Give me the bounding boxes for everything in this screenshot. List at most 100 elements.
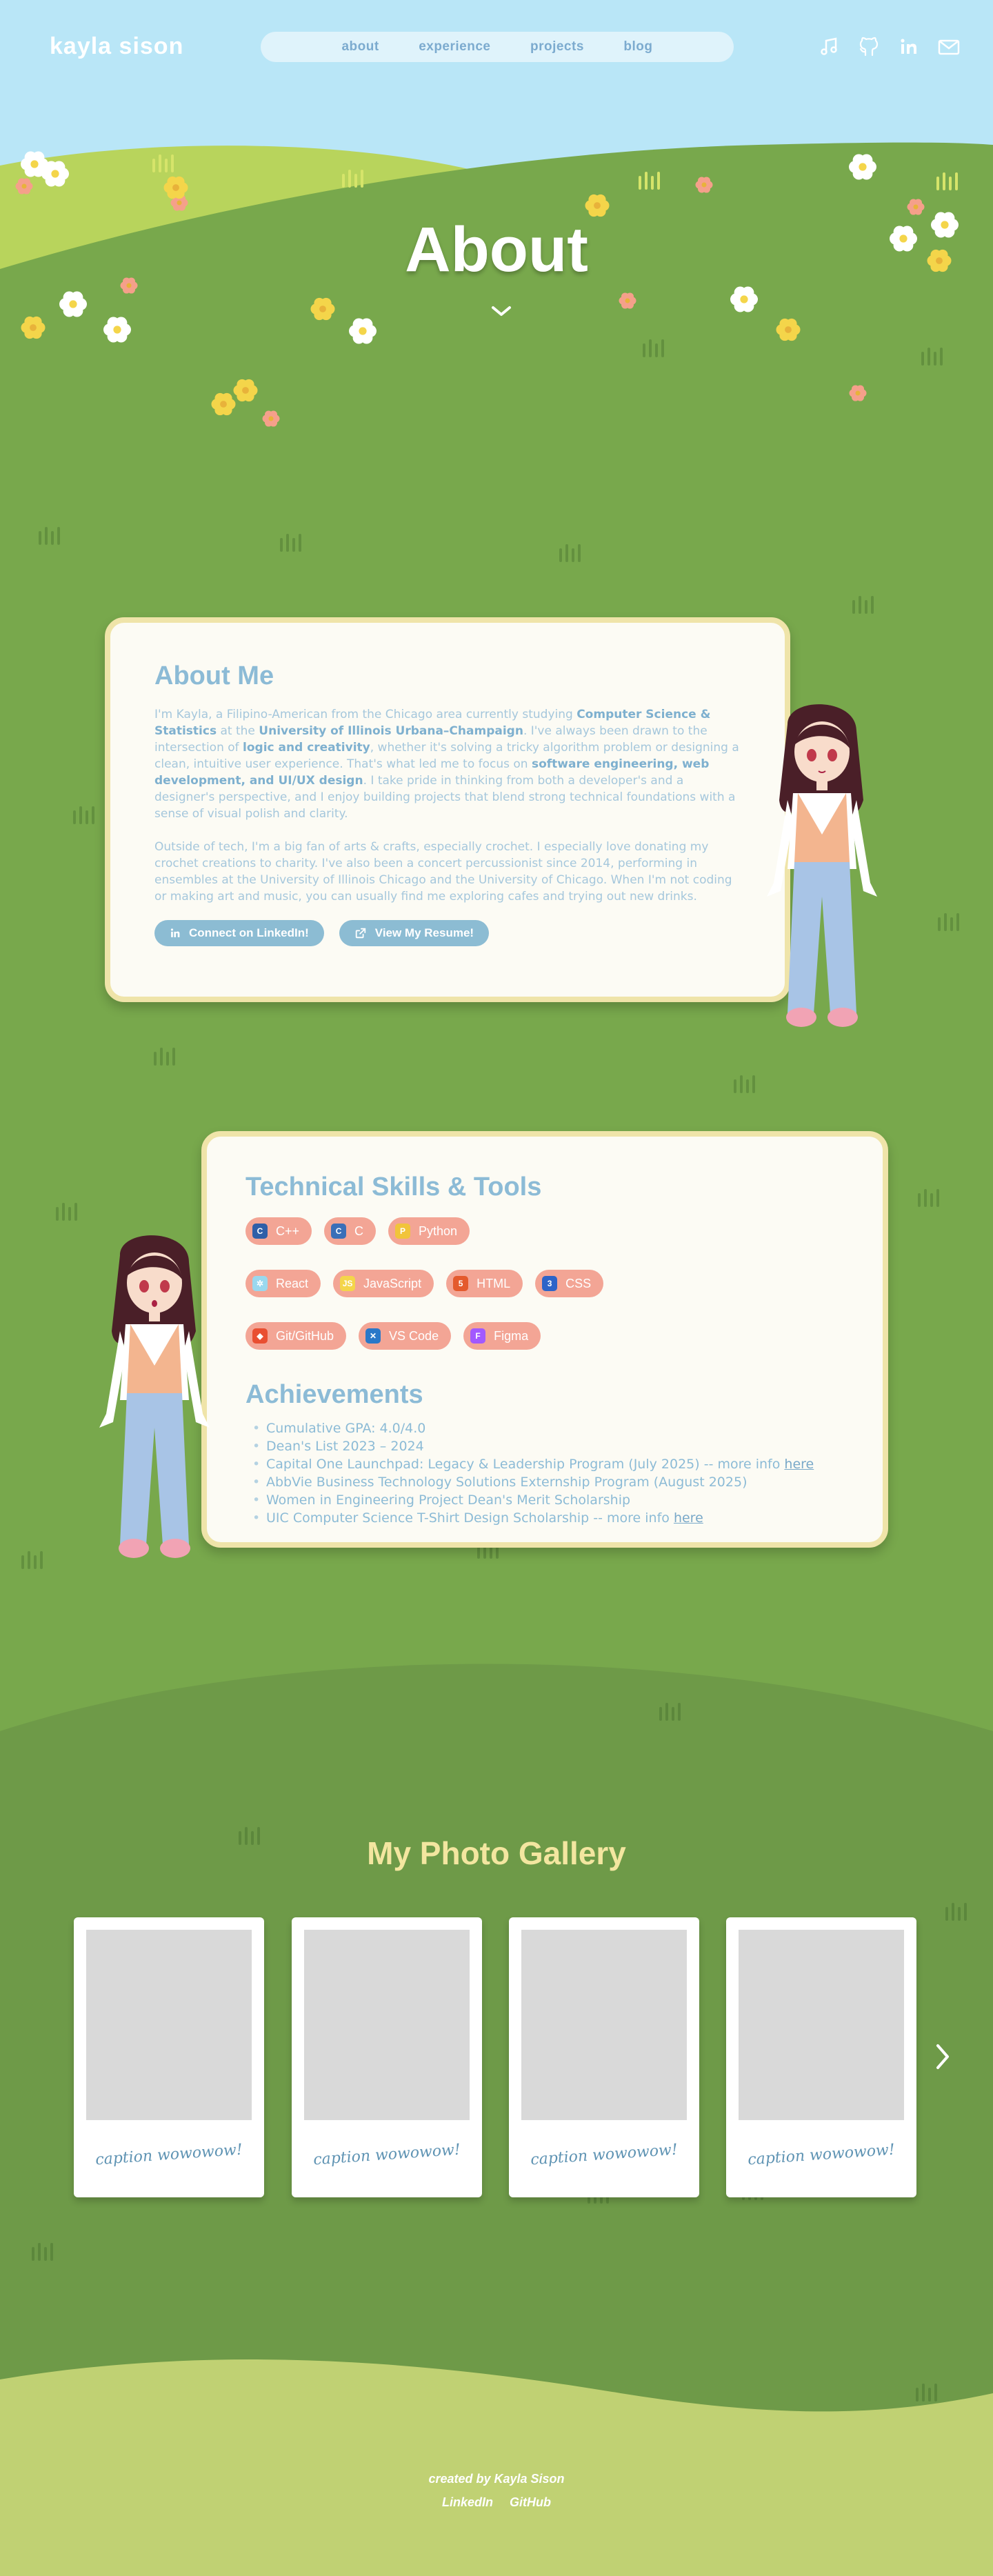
body-text: at the bbox=[217, 724, 259, 738]
achievement-text: Capital One Launchpad: Legacy & Leadersh… bbox=[266, 1457, 785, 1472]
nav-projects[interactable]: projects bbox=[530, 39, 584, 54]
skill-label: JavaScript bbox=[363, 1276, 422, 1290]
linkedin-button[interactable]: Connect on LinkedIn! bbox=[154, 920, 324, 946]
skill-chip: ✲ React bbox=[245, 1270, 321, 1297]
flower-decoration bbox=[21, 316, 46, 339]
emphasis-text: logic and creativity bbox=[243, 741, 370, 755]
resume-button-label: View My Resume! bbox=[374, 926, 474, 939]
javascript-icon: JS bbox=[340, 1276, 356, 1291]
vscode-icon: ✕ bbox=[365, 1328, 381, 1344]
nav-about[interactable]: about bbox=[341, 39, 379, 54]
footer-links: LinkedIn GitHub bbox=[0, 2495, 993, 2510]
flower-decoration bbox=[776, 318, 801, 341]
gallery-photo-card[interactable]: caption wowowow! bbox=[292, 1917, 482, 2197]
gallery-photo-card[interactable]: caption wowowow! bbox=[509, 1917, 699, 2197]
flower-decoration bbox=[849, 385, 867, 401]
achievement-item: Cumulative GPA: 4.0/4.0 bbox=[245, 1419, 844, 1437]
footer-linkedin-link[interactable]: LinkedIn bbox=[442, 2495, 493, 2510]
skill-label: C++ bbox=[276, 1224, 300, 1238]
nav-experience[interactable]: experience bbox=[419, 39, 490, 54]
github-icon[interactable] bbox=[856, 34, 881, 59]
about-paragraph-2: Outside of tech, I'm a big fan of arts &… bbox=[154, 840, 732, 903]
gallery-photo-card[interactable]: caption wowowow! bbox=[726, 1917, 916, 2197]
figma-icon: F bbox=[470, 1328, 486, 1344]
achievement-text: AbbVie Business Technology Solutions Ext… bbox=[266, 1475, 748, 1490]
skill-label: HTML bbox=[477, 1276, 511, 1290]
achievements-heading: Achievements bbox=[245, 1380, 423, 1409]
emphasis-text: University of Illinois Urbana–Champaign bbox=[259, 724, 523, 738]
flower-decoration bbox=[59, 291, 87, 317]
photo-placeholder bbox=[739, 1930, 904, 2120]
external-link-icon bbox=[355, 928, 365, 939]
grass-tuft-decoration bbox=[280, 534, 301, 552]
footer-github-link[interactable]: GitHub bbox=[510, 2495, 551, 2510]
gallery-title: My Photo Gallery bbox=[367, 1835, 626, 1871]
social-links bbox=[816, 34, 961, 59]
grass-tuft-decoration bbox=[39, 527, 60, 545]
grass-tuft-decoration bbox=[32, 2243, 53, 2261]
achievement-item: UIC Computer Science T-Shirt Design Scho… bbox=[245, 1509, 844, 1527]
achievement-item: Dean's List 2023 – 2024 bbox=[245, 1437, 844, 1455]
resume-button[interactable]: View My Resume! bbox=[339, 920, 490, 946]
music-icon[interactable] bbox=[816, 34, 841, 59]
about-paragraph-1: I'm Kayla, a Filipino-American from the … bbox=[154, 706, 741, 822]
flower-decoration bbox=[619, 292, 636, 309]
chevron-right-icon[interactable] bbox=[934, 2043, 952, 2070]
react-icon: ✲ bbox=[252, 1276, 268, 1291]
nav-blog[interactable]: blog bbox=[623, 39, 652, 54]
grass-tuft-decoration bbox=[921, 348, 943, 366]
flower-decoration bbox=[310, 297, 335, 321]
about-me-card: About Me I'm Kayla, a Filipino-American … bbox=[105, 617, 790, 1002]
grass-tuft-decoration bbox=[154, 1048, 175, 1066]
skill-label: Python bbox=[419, 1224, 458, 1238]
photo-caption: caption wowowow! bbox=[312, 2141, 461, 2169]
grass-tuft-decoration bbox=[73, 806, 94, 824]
hero-title: About bbox=[405, 214, 588, 285]
site-title[interactable]: kayla sison bbox=[50, 33, 183, 60]
grass-tuft-decoration bbox=[659, 1703, 681, 1721]
skill-chip: 3 CSS bbox=[535, 1270, 604, 1297]
html-icon: 5 bbox=[453, 1276, 469, 1291]
mail-icon[interactable] bbox=[936, 34, 961, 59]
skill-chip: CC bbox=[324, 1217, 377, 1245]
css-icon: 3 bbox=[542, 1276, 558, 1291]
chevron-down-icon[interactable] bbox=[491, 305, 512, 317]
achievement-text: Cumulative GPA: 4.0/4.0 bbox=[266, 1421, 426, 1436]
footer-credit: created by Kayla Sison bbox=[428, 2472, 565, 2486]
achievements-list: Cumulative GPA: 4.0/4.0 Dean's List 2023 … bbox=[245, 1419, 844, 1527]
about-me-heading: About Me bbox=[154, 661, 274, 690]
grass-tuft-decoration bbox=[56, 1203, 77, 1221]
achievement-item: AbbVie Business Technology Solutions Ext… bbox=[245, 1473, 844, 1491]
achievement-link[interactable]: here bbox=[674, 1510, 703, 1526]
skill-chip: ◆ Git/GitHub bbox=[245, 1322, 347, 1350]
skill-chip: ✕ VS Code bbox=[359, 1322, 452, 1350]
character-illustration bbox=[767, 704, 877, 1027]
skill-chip: JS JavaScript bbox=[333, 1270, 434, 1297]
flower-decoration bbox=[233, 379, 258, 402]
skill-label: React bbox=[276, 1276, 309, 1290]
flower-decoration bbox=[103, 317, 131, 343]
skills-card: Technical Skills & Tools C C++ C C P Python ✲ R… bbox=[201, 1131, 888, 1548]
character-illustration-2 bbox=[99, 1235, 210, 1558]
skill-label: Figma bbox=[494, 1328, 529, 1343]
flower-decoration bbox=[849, 154, 876, 180]
grass-tuft-decoration bbox=[21, 1551, 43, 1569]
linkedin-icon[interactable] bbox=[896, 34, 921, 59]
grass-tuft-decoration bbox=[852, 596, 874, 614]
grass-tuft-decoration bbox=[916, 2384, 937, 2402]
skill-label: C bbox=[354, 1224, 364, 1238]
achievement-link[interactable]: here bbox=[784, 1457, 814, 1472]
grass-tuft-decoration bbox=[152, 154, 174, 172]
flower-decoration bbox=[907, 199, 925, 215]
grass-tuft-decoration bbox=[559, 544, 581, 562]
photo-placeholder bbox=[521, 1930, 687, 2120]
linkedin-icon bbox=[170, 928, 180, 937]
flower-decoration bbox=[730, 286, 758, 312]
gallery-photo-card[interactable]: caption wowowow! bbox=[74, 1917, 264, 2197]
skills-heading: Technical Skills & Tools bbox=[245, 1172, 542, 1201]
python-icon: P bbox=[395, 1224, 411, 1239]
skills-chip-list: C C++ C C P Python ✲ React JS JavaScript 5 HTML 3 CSS… bbox=[245, 1217, 742, 1350]
skill-chip: 5 HTML bbox=[446, 1270, 523, 1297]
cpp-icon: C bbox=[252, 1224, 268, 1239]
achievement-item: Capital One Launchpad: Legacy & Leadersh… bbox=[245, 1455, 844, 1473]
